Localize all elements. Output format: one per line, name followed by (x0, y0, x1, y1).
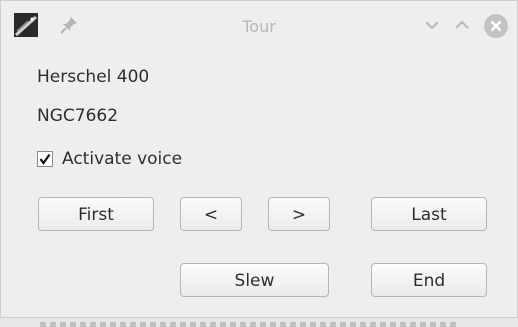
object-label: NGC7662 (37, 106, 119, 126)
next-button[interactable]: > (268, 197, 330, 231)
background-text-fragment (40, 322, 460, 327)
chevron-up-icon[interactable] (451, 14, 473, 36)
title-bar[interactable]: Tour (1, 1, 517, 49)
activate-voice-checkbox[interactable] (37, 151, 53, 167)
first-button[interactable]: First (38, 197, 154, 231)
previous-button[interactable]: < (180, 197, 242, 231)
last-button[interactable]: Last (371, 197, 487, 231)
catalog-label: Herschel 400 (37, 67, 150, 87)
close-icon[interactable] (483, 13, 509, 39)
tour-window: Tour Herschel 400 NGC7662 Activate voice (0, 0, 518, 318)
slew-button[interactable]: Slew (180, 263, 329, 297)
activate-voice-checkbox-row[interactable]: Activate voice (37, 148, 182, 170)
activate-voice-label: Activate voice (62, 149, 183, 169)
checkmark-icon (39, 153, 51, 165)
background-window-strip (0, 318, 518, 327)
end-button[interactable]: End (371, 263, 487, 297)
chevron-down-icon[interactable] (421, 14, 443, 36)
